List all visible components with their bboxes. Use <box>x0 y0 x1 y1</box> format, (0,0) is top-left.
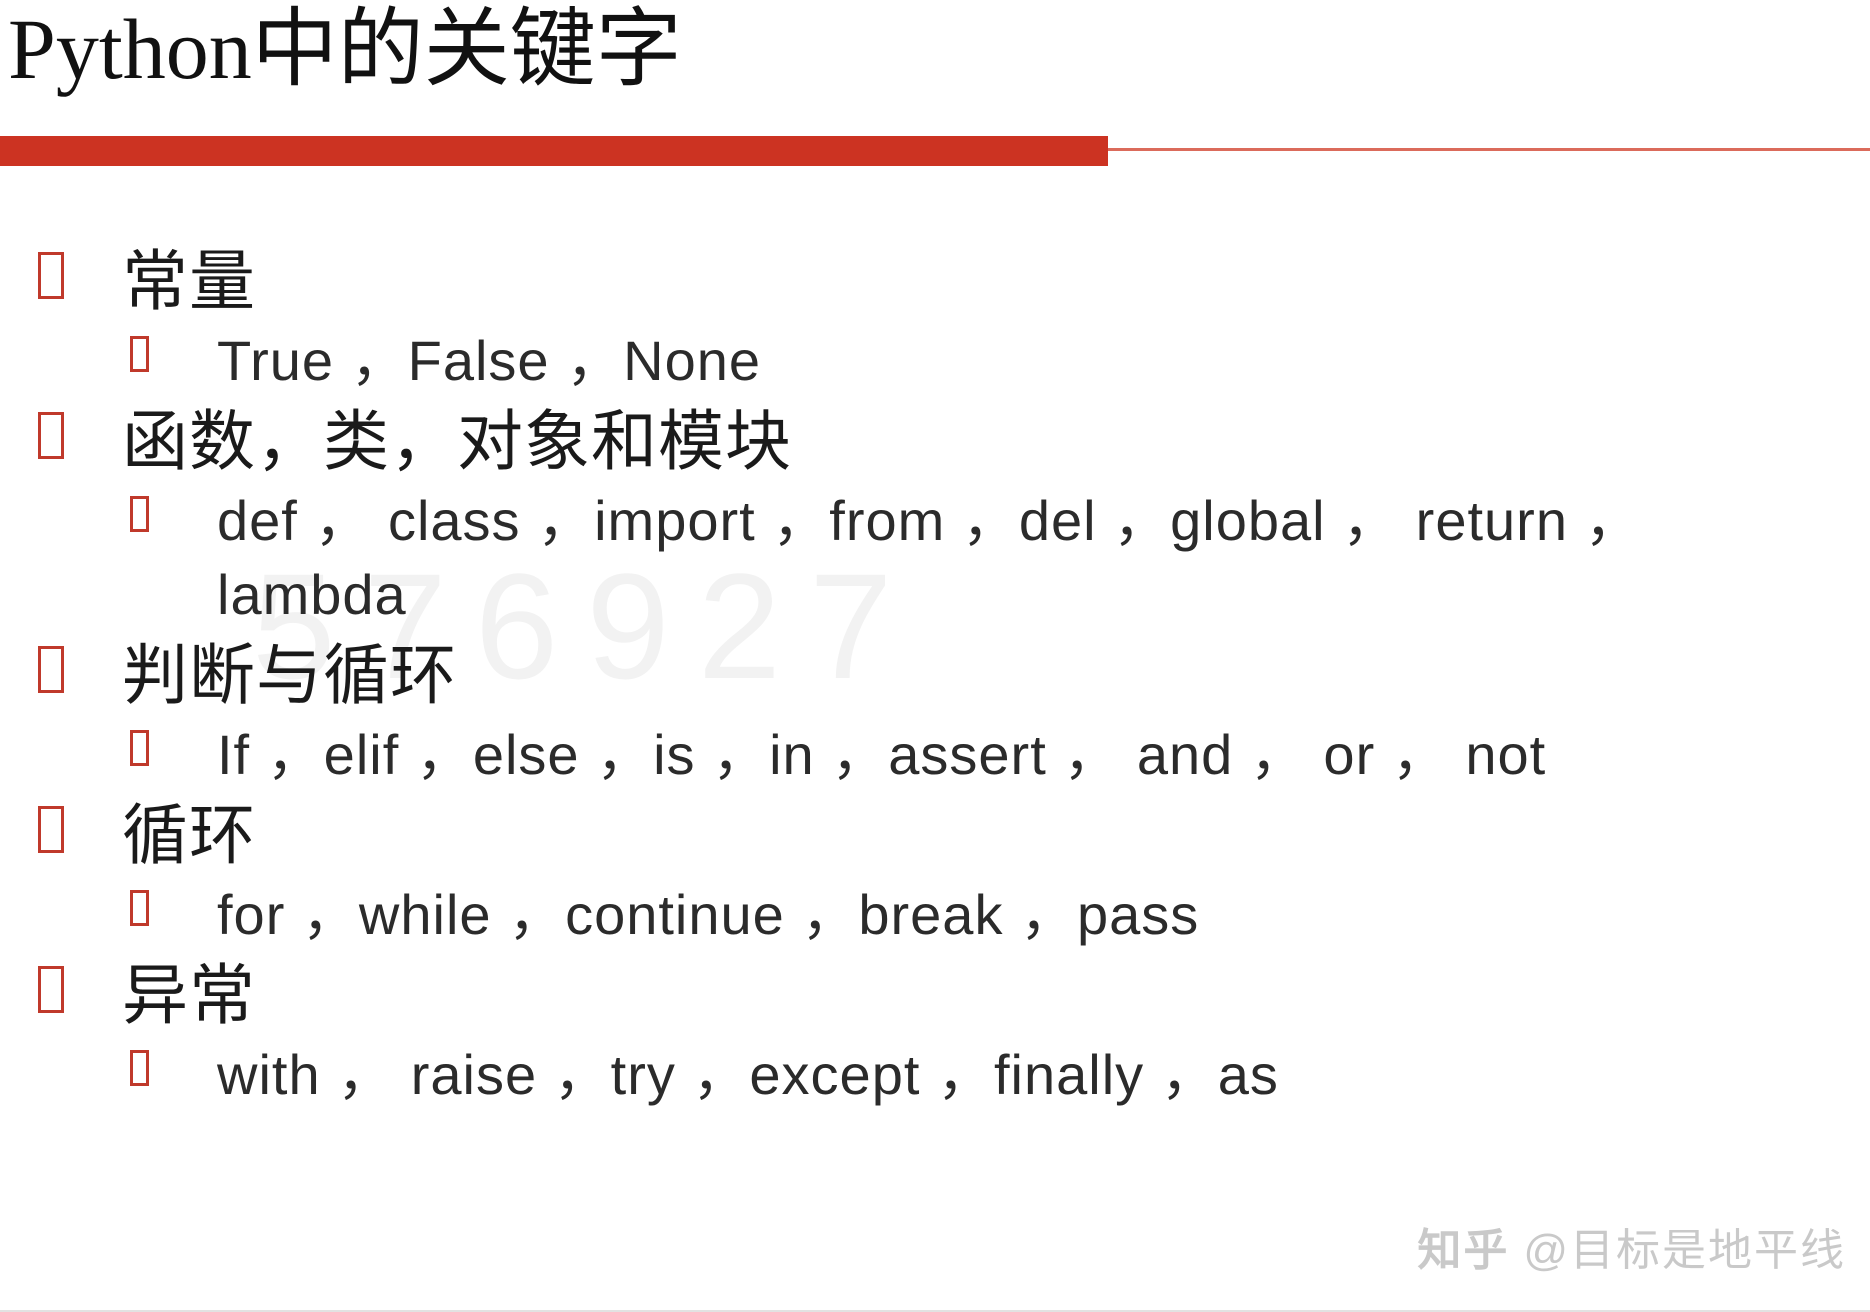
outline-item-line: def ， class ，import ，from ，del ，global ，… <box>217 489 1642 552</box>
outline-list: 常量 True ，False ，None 函数，类，对象和模块 def ， cl… <box>0 238 1870 1112</box>
outline-item-row: for ，while ，continue ，break ，pass <box>0 878 1870 952</box>
title-underline-thick <box>0 136 1108 166</box>
outline-item-label: with ， raise ，try ，except ，finally ，as <box>217 1043 1279 1106</box>
outline-item-row: def ， class ，import ，from ，del ，global ，… <box>0 484 1870 632</box>
slide-canvas: Python中的关键字 576927 常量 True ，False ，None … <box>0 0 1870 1312</box>
outline-item-label: def ， class ，import ，from ，del ，global ，… <box>217 484 1642 632</box>
outline-item-row: with ， raise ，try ，except ，finally ，as <box>0 1038 1870 1112</box>
outline-item-row: If ，elif ，else ，is ，in ，assert ， and ， o… <box>0 718 1870 792</box>
bullet-box-icon <box>130 496 149 532</box>
outline-heading-label: 函数，类，对象和模块 <box>122 404 792 478</box>
outline-heading-label: 异常 <box>122 958 256 1032</box>
zhihu-watermark: 知乎 @目标是地平线 <box>1417 1214 1846 1278</box>
outline-item-line: lambda <box>217 563 407 626</box>
bullet-box-icon <box>38 806 64 853</box>
bullet-box-icon <box>38 966 64 1013</box>
outline-heading-label: 常量 <box>122 244 256 318</box>
outline-heading-label: 判断与循环 <box>122 638 457 712</box>
outline-heading-label: 循环 <box>122 798 256 872</box>
outline-heading-row: 异常 <box>0 952 1870 1038</box>
bullet-box-icon <box>130 730 149 766</box>
bullet-box-icon <box>38 252 64 299</box>
bullet-box-icon <box>38 412 64 459</box>
outline-item-row: True ，False ，None <box>0 324 1870 398</box>
zhihu-brand-label: 知乎 <box>1417 1226 1510 1275</box>
outline-heading-row: 常量 <box>0 238 1870 324</box>
page-title: Python中的关键字 <box>8 1 682 97</box>
outline-heading-row: 循环 <box>0 792 1870 878</box>
outline-item-label: True ，False ，None <box>217 329 761 392</box>
bullet-box-icon <box>130 336 149 372</box>
outline-heading-row: 函数，类，对象和模块 <box>0 398 1870 484</box>
zhihu-user-label: @目标是地平线 <box>1523 1226 1846 1275</box>
outline-heading-row: 判断与循环 <box>0 632 1870 718</box>
outline-item-label: If ，elif ，else ，is ，in ，assert ， and ， o… <box>217 723 1547 786</box>
bullet-box-icon <box>130 1050 149 1086</box>
bullet-box-icon <box>38 646 64 693</box>
outline-item-label: for ，while ，continue ，break ，pass <box>217 883 1200 946</box>
bullet-box-icon <box>130 890 149 926</box>
